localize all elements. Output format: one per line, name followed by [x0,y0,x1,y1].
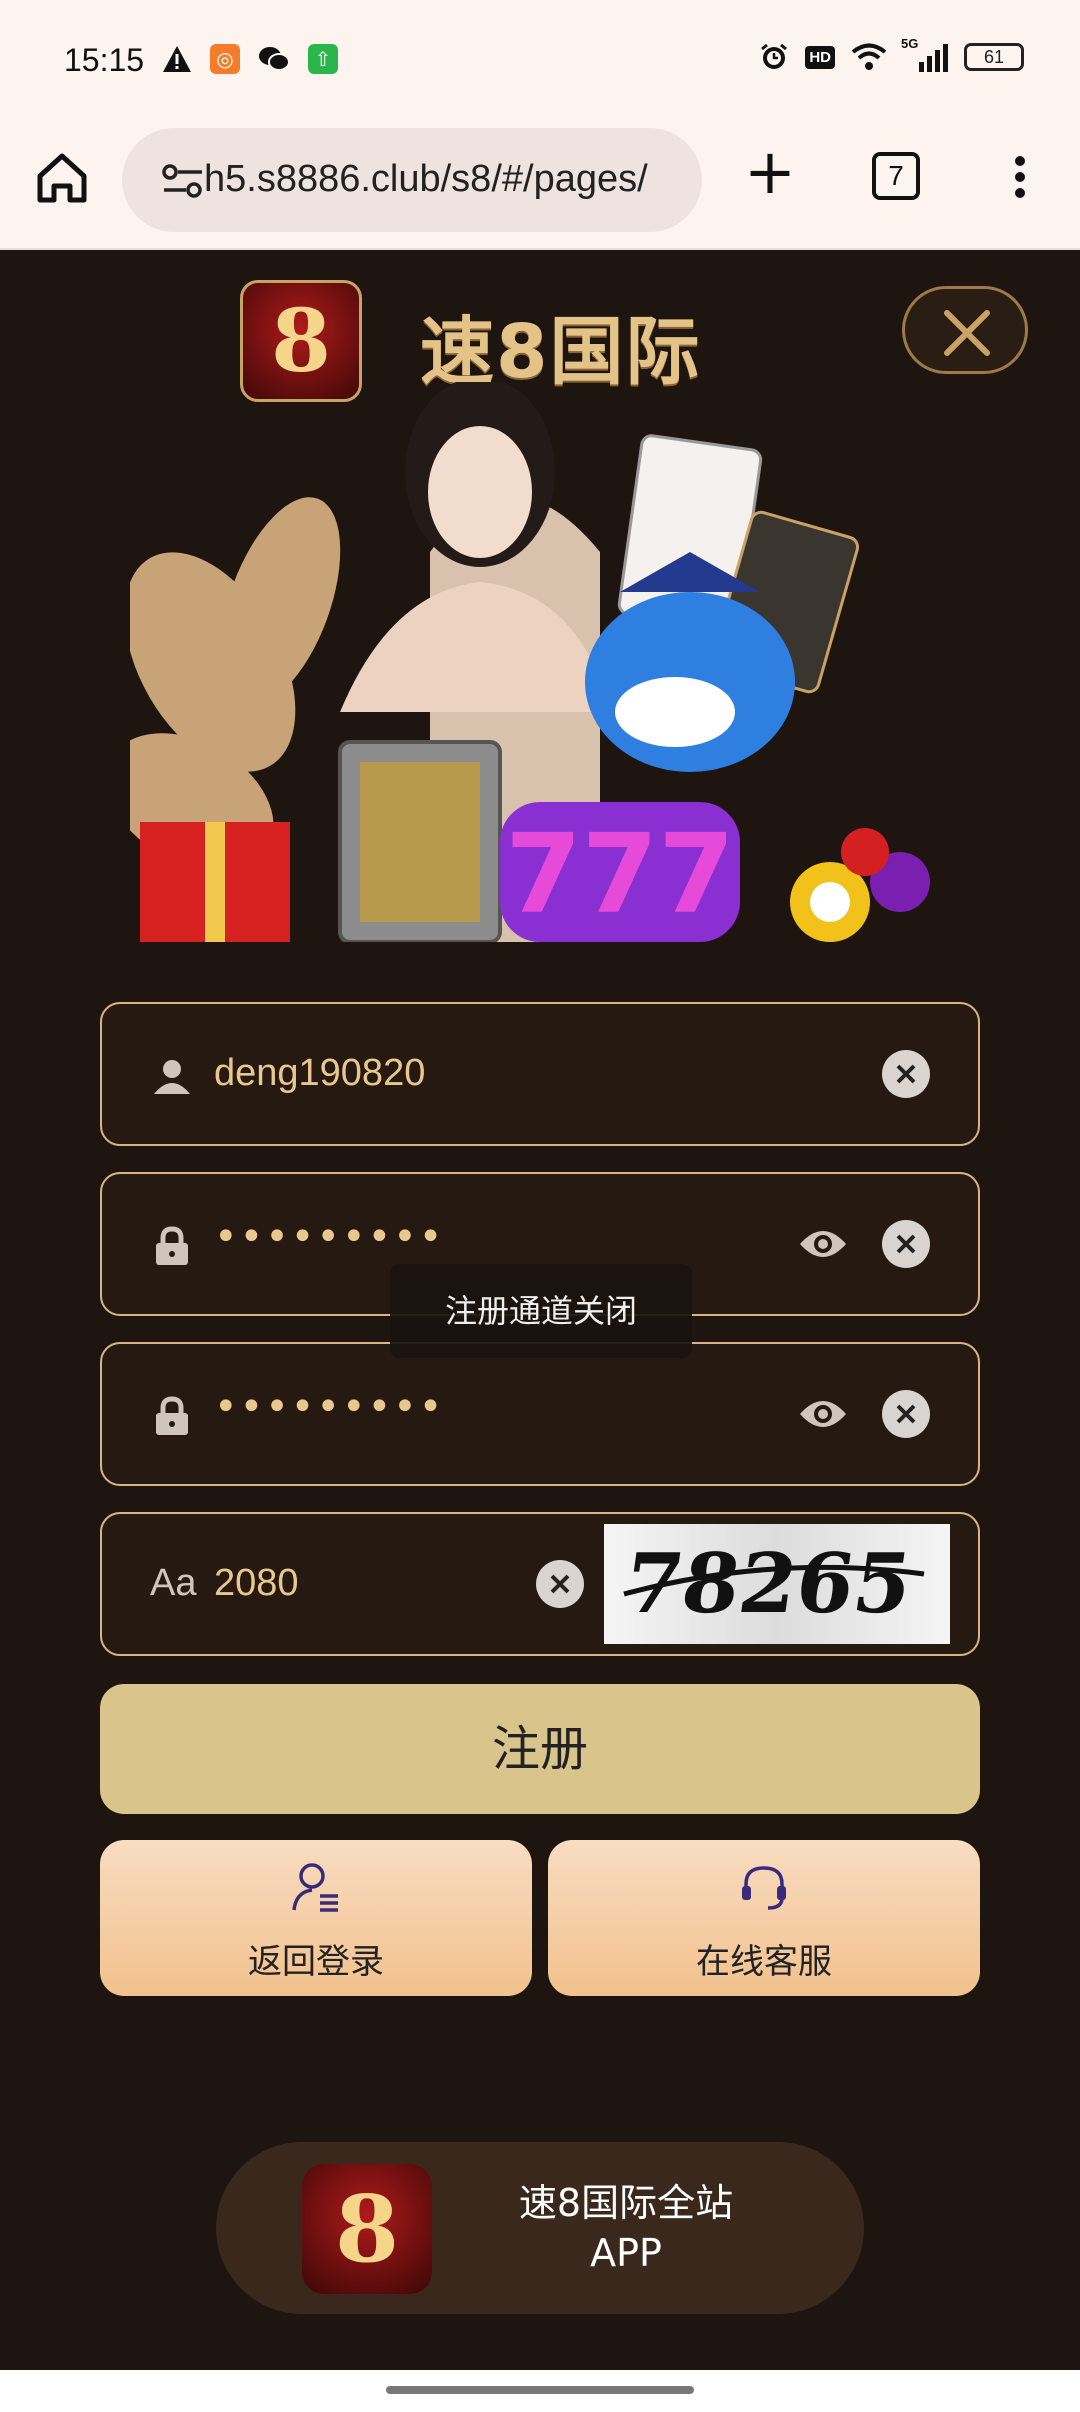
app-logo: 8 [302,2164,432,2294]
site-settings-icon[interactable] [162,162,204,200]
warning-icon [163,46,191,72]
battery-icon: 61 [964,43,1024,71]
home-icon[interactable] [34,150,90,206]
captcha-field[interactable]: Aa 2080 78265 [100,1512,980,1656]
captcha-prefix-label: Aa [150,1562,197,1604]
clear-icon[interactable] [536,1560,584,1608]
captcha-image[interactable]: 78265 [604,1524,950,1644]
app-promo-text: 速8国际全站 APP [456,2178,796,2278]
online-support-button[interactable]: 在线客服 [548,1840,980,1996]
eye-icon[interactable] [798,1224,848,1264]
register-button[interactable]: 注册 [100,1684,980,1814]
online-support-label: 在线客服 [696,1942,832,1982]
system-icons: HD 5G 61 [759,36,1024,72]
username-field[interactable]: deng190820 [100,1002,980,1146]
app-promo-line2: APP [590,2231,662,2275]
hero-illustration: 777 [130,382,930,942]
app-promo-line1: 速8国际全站 [518,2181,734,2225]
user-list-icon [292,1863,338,1912]
confirm-password-value[interactable]: ••••••••• [214,1384,444,1430]
network-label: 5G [901,36,919,51]
user-icon [154,1060,190,1094]
notification-icons: ◎ ⇧ [162,44,338,74]
app-icon: ◎ [210,44,240,74]
back-to-login-label: 返回登录 [248,1942,384,1982]
toast-message: 注册通道关闭 [390,1264,692,1358]
confirm-password-field[interactable]: ••••••••• [100,1342,980,1486]
close-icon [944,310,990,356]
hd-icon: HD [805,45,835,69]
headset-icon [742,1866,786,1910]
promo-banner: 8 速8国际 777 [0,252,1080,952]
clear-icon[interactable] [882,1220,930,1268]
address-bar[interactable]: h5.s8886.club/s8/#/pages/ [122,128,702,232]
tab-switcher-button[interactable]: 7 [872,152,920,200]
password-value[interactable]: ••••••••• [214,1214,444,1260]
signal-icon: 5G [901,36,948,72]
lock-icon [156,1396,188,1435]
navigation-area [0,2370,1080,2412]
app-download-banner[interactable]: 8 速8国际全站 APP [216,2142,864,2314]
svg-text:777: 777 [505,810,735,938]
wechat-icon [259,47,290,71]
alarm-icon [761,43,788,69]
gesture-handle[interactable] [386,2386,694,2394]
captcha-input-value[interactable]: 2080 [214,1562,299,1605]
close-button[interactable] [902,286,1028,374]
clear-icon[interactable] [882,1050,930,1098]
back-to-login-button[interactable]: 返回登录 [100,1840,532,1996]
browser-toolbar: h5.s8886.club/s8/#/pages/ + 7 [0,120,1080,250]
status-time: 15:15 [64,42,145,78]
wifi-icon [851,43,887,70]
eye-icon[interactable] [798,1394,848,1434]
upload-icon: ⇧ [308,44,338,74]
captcha-graphic: 78265 [619,1536,925,1632]
status-bar: 15:15 ◎ ⇧ HD 5G 61 [0,0,1080,120]
clear-icon[interactable] [882,1390,930,1438]
lock-icon [156,1226,188,1265]
url-text[interactable]: h5.s8886.club/s8/#/pages/ [204,158,648,201]
new-tab-button[interactable]: + [742,141,798,203]
username-value[interactable]: deng190820 [214,1052,425,1095]
overflow-menu-icon[interactable] [1000,150,1040,206]
